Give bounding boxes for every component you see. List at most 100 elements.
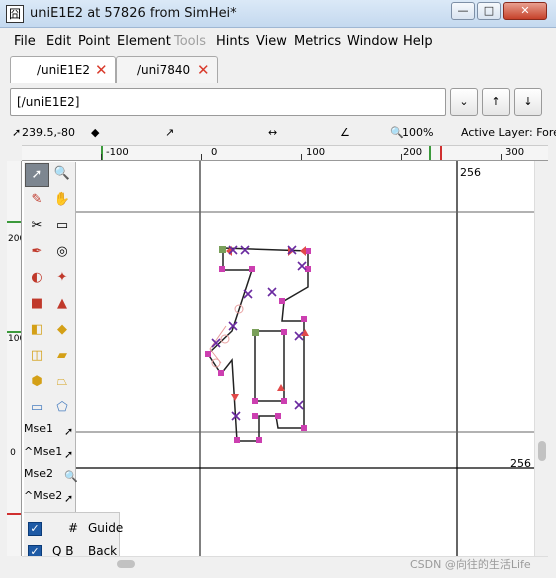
scale-tool[interactable]: ◧	[25, 319, 49, 343]
start-point	[219, 246, 226, 253]
tab-label: /uniE1E2	[37, 63, 91, 77]
ruler-label: 100	[306, 147, 326, 158]
knife-icon: ✂	[31, 218, 43, 233]
toolbox: ➚ 🔍 ✎ ✋ ✂ ▭ ✒ ◎ ◐ ✦ ■ ▲ ◧ ◆ ◫ ▰ ⬢ ⏢ ▭ ⬠ …	[24, 162, 78, 512]
rotate-icon: ◆	[57, 322, 67, 337]
glyph-canvas[interactable]: 256 256	[22, 161, 534, 556]
menu-element[interactable]: Element	[117, 34, 171, 49]
maximize-button[interactable]: □	[477, 2, 501, 20]
scroll-thumb[interactable]	[117, 560, 135, 568]
freehand-tool[interactable]: ✎	[25, 189, 49, 213]
ruler-marker	[7, 221, 21, 223]
tangent-point-tool[interactable]: ▲	[50, 293, 74, 317]
close-tab-icon[interactable]: ✕	[95, 57, 108, 83]
close-button[interactable]: ✕	[503, 2, 547, 20]
menu-view[interactable]: View	[256, 34, 287, 49]
scroll-thumb[interactable]	[538, 441, 546, 461]
zoom-level: 100%	[402, 126, 434, 139]
close-tab-icon[interactable]: ✕	[197, 57, 210, 83]
pen-icon: ✒	[31, 244, 43, 259]
angle-icon: ∠	[340, 126, 350, 139]
start-point	[252, 329, 259, 336]
ruler-label: 100	[8, 334, 21, 344]
corner-point-icon: ■	[30, 296, 44, 311]
tab-uniE1E2[interactable]: /uniE1E2 ✕	[10, 56, 116, 83]
scroll-tool[interactable]: ✋	[50, 189, 74, 213]
spiro-tool[interactable]: ◎	[50, 241, 74, 265]
curve-point-tool[interactable]: ◐	[25, 267, 49, 291]
skew-icon: ▰	[57, 348, 67, 363]
mouse2-label: Mse2	[24, 467, 53, 480]
skew-tool[interactable]: ▰	[50, 345, 74, 369]
menu-tools[interactable]: Tools	[174, 34, 206, 49]
window-title: uniE1E2 at 57826 from SimHei*	[30, 6, 237, 21]
pencil-icon: ✎	[31, 192, 43, 207]
magnify-tool[interactable]: 🔍	[50, 163, 74, 187]
ruler-marker	[7, 331, 21, 333]
layer-guide[interactable]: ✓ # Guide	[24, 519, 123, 539]
minimize-button[interactable]: —	[451, 2, 475, 20]
menu-point[interactable]: Point	[78, 34, 110, 49]
glyph-outline-svg: 256 256	[76, 161, 534, 556]
menu-hints[interactable]: Hints	[216, 34, 250, 49]
ruler-label: -100	[106, 147, 129, 158]
pointer-icon: ➚	[64, 425, 74, 438]
scale-icon: ◧	[30, 322, 44, 337]
magnify-icon: 🔍	[53, 166, 71, 181]
baseline-metric-label: 256	[510, 457, 531, 470]
menu-help[interactable]: Help	[403, 34, 433, 49]
menu-file[interactable]: File	[14, 34, 36, 49]
tab-label: /uni7840	[137, 63, 191, 77]
cursor-arrow-icon: ➚	[12, 126, 22, 139]
vertical-scrollbar[interactable]	[534, 161, 548, 556]
rectangle-icon: ▭	[30, 400, 44, 415]
menu-edit[interactable]: Edit	[46, 34, 71, 49]
ruler-marker	[7, 513, 21, 515]
menu-window[interactable]: Window	[347, 34, 398, 49]
ctrl-mouse1-label: ^Mse1	[24, 445, 63, 458]
active-layer[interactable]: Active Layer: Fore	[461, 126, 556, 139]
horizontal-ruler: -100 0 100 200 300	[22, 145, 548, 161]
knife-tool[interactable]: ✂	[25, 215, 49, 239]
next-glyph-button[interactable]: ↓	[514, 88, 542, 116]
perspective-icon: ⏢	[56, 374, 68, 389]
previous-glyph-button[interactable]: ↑	[482, 88, 510, 116]
flip-tool[interactable]: ◫	[25, 345, 49, 369]
pen-tool[interactable]: ✒	[25, 241, 49, 265]
polygon-tool[interactable]: ⬠	[50, 397, 74, 421]
ctrl-mouse2-label: ^Mse2	[24, 489, 63, 502]
rectangle-tool[interactable]: ▭	[25, 397, 49, 421]
spiro-icon: ◎	[56, 244, 68, 259]
polygon-icon: ⬠	[56, 400, 68, 415]
glyph-name-field[interactable]: [/uniE1E2]	[10, 88, 446, 116]
watermark: CSDN @向往的生活Life	[410, 558, 531, 571]
tab-uni7840[interactable]: /uni7840 ✕	[116, 56, 218, 83]
vertical-ruler: 200 100 0	[7, 161, 22, 556]
title-bar: 囧 uniE1E2 at 57826 from SimHei* — □ ✕	[0, 0, 556, 28]
layers-panel: ✓ # Guide ✓ Q B Back	[24, 512, 123, 559]
corner-point-tool[interactable]: ■	[25, 293, 49, 317]
rotate-tool[interactable]: ◆	[50, 319, 74, 343]
hand-icon: ✋	[53, 192, 71, 207]
pointer-tool[interactable]: ➚	[25, 163, 49, 187]
top-metric-label: 256	[460, 166, 481, 179]
hv-curve-point-icon: ✦	[56, 270, 68, 285]
offset-icon: ↗	[165, 126, 175, 139]
point-icon: ◆	[91, 126, 100, 139]
on-curve-points	[205, 248, 311, 443]
rotate-3d-icon: ⬢	[31, 374, 43, 389]
magnify-icon: 🔍	[64, 470, 78, 483]
ruler-tool[interactable]: ▭	[50, 215, 74, 239]
cursor-position: 239.5,-80	[22, 126, 75, 139]
menu-metrics[interactable]: Metrics	[294, 34, 341, 49]
ruler-label: 0	[10, 448, 16, 458]
perspective-tool[interactable]: ⏢	[50, 371, 74, 395]
checkbox-checked-icon[interactable]: ✓	[28, 522, 42, 536]
glyph-dropdown-button[interactable]: ⌄	[450, 88, 478, 116]
distance-icon: ↔	[268, 126, 278, 139]
pointer-icon: ➚	[64, 448, 74, 461]
curve-point-icon: ◐	[31, 270, 43, 285]
rotate-3d-tool[interactable]: ⬢	[25, 371, 49, 395]
hv-curve-point-tool[interactable]: ✦	[50, 267, 74, 291]
outer-contour	[207, 247, 309, 442]
